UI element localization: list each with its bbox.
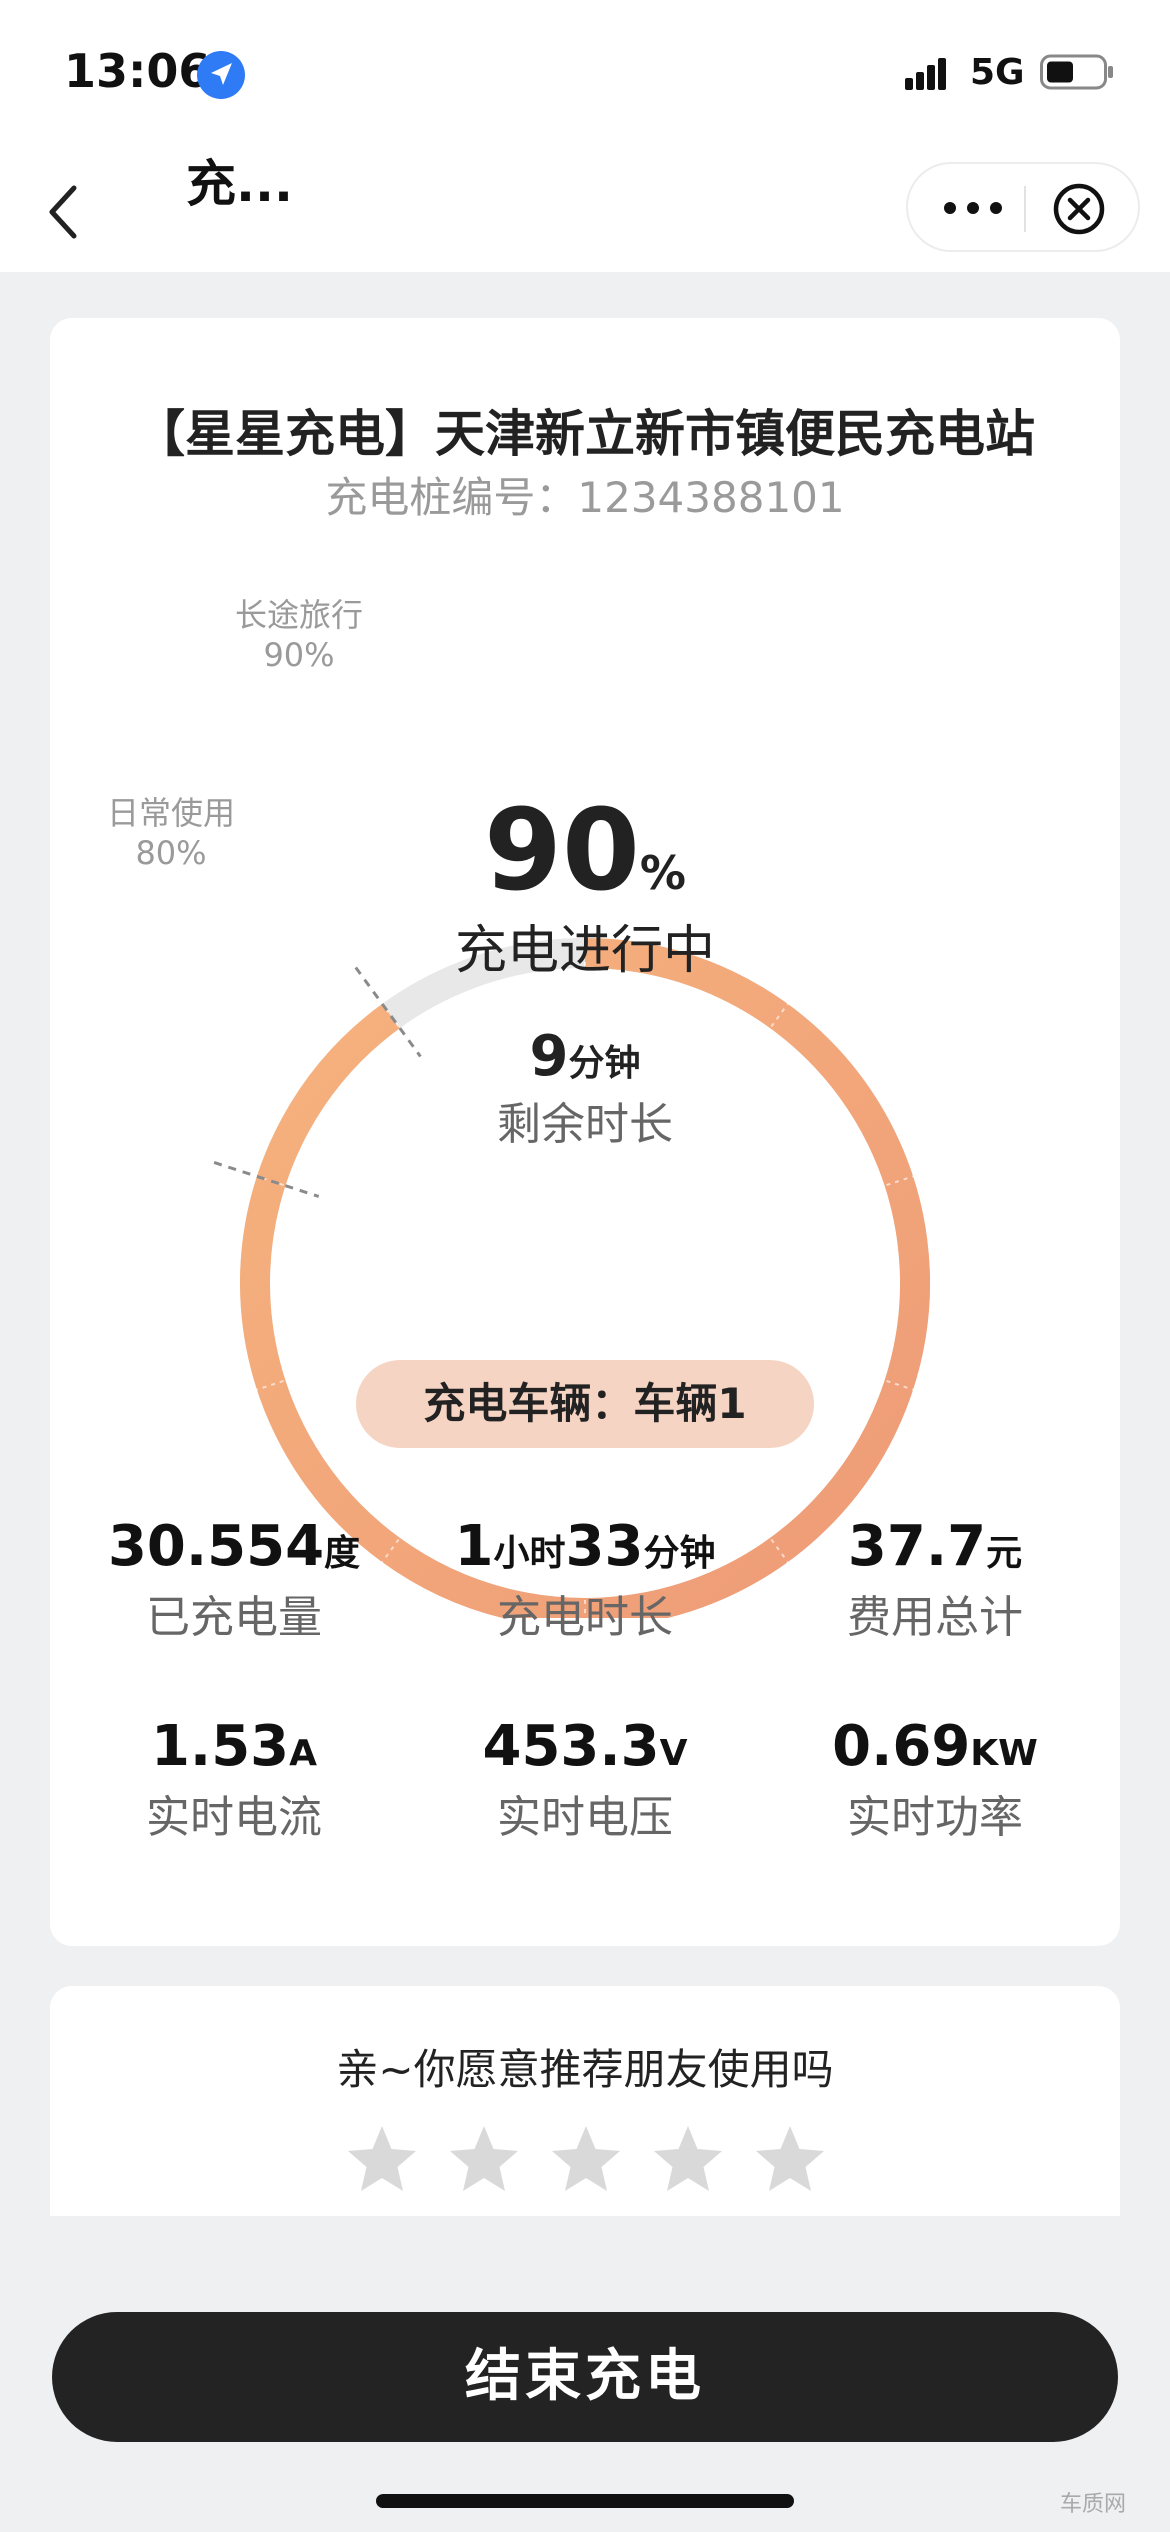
energy-unit: 度 bbox=[324, 1533, 361, 1574]
duration-minutes-unit: 分钟 bbox=[643, 1533, 716, 1574]
stat-cost-value: 37.7元 bbox=[765, 1514, 1105, 1579]
remaining-time: 9分钟 bbox=[50, 1024, 1120, 1089]
stat-energy-label: 已充电量 bbox=[146, 1592, 322, 1643]
mini-program-capsule bbox=[906, 162, 1140, 252]
remaining-time-label: 剩余时长 bbox=[497, 1099, 673, 1150]
stat-energy: 30.554度 已充电量 bbox=[64, 1514, 404, 1645]
voltage-unit: V bbox=[659, 1733, 688, 1774]
current-number: 1.53 bbox=[150, 1714, 290, 1779]
charging-card: 【星星充电】天津新立新市镇便民充电站 充电桩编号：1234388101 长途旅行… bbox=[50, 318, 1120, 1946]
status-bar: 13:06 5G bbox=[0, 0, 1170, 140]
signal-icon bbox=[905, 58, 946, 90]
capsule-divider bbox=[1024, 186, 1026, 232]
stat-duration: 1小时33分钟 充电时长 bbox=[415, 1514, 755, 1645]
stat-voltage-label: 实时电压 bbox=[497, 1792, 673, 1843]
duration-hours: 1 bbox=[454, 1514, 494, 1579]
stat-cost-label: 费用总计 bbox=[847, 1592, 1023, 1643]
stat-voltage: 453.3V 实时电压 bbox=[415, 1714, 755, 1845]
page-title: 充... bbox=[186, 155, 293, 213]
current-unit: A bbox=[289, 1733, 318, 1774]
charge-percent-unit: % bbox=[639, 846, 686, 900]
location-arrow-icon bbox=[197, 51, 245, 99]
stat-duration-label: 充电时长 bbox=[497, 1592, 673, 1643]
cost-number: 37.7 bbox=[847, 1514, 987, 1579]
star-icon[interactable] bbox=[752, 2122, 828, 2198]
nav-bar: 充... bbox=[0, 140, 1170, 272]
star-icon[interactable] bbox=[650, 2122, 726, 2198]
battery-icon bbox=[1040, 54, 1113, 90]
back-chevron-icon[interactable] bbox=[40, 180, 88, 244]
rating-card: 亲~你愿意推荐朋友使用吗 bbox=[50, 1986, 1120, 2226]
star-icon[interactable] bbox=[446, 2122, 522, 2198]
stat-power-label: 实时功率 bbox=[847, 1792, 1023, 1843]
pile-number-line: 充电桩编号：1234388101 bbox=[50, 464, 1120, 525]
power-number: 0.69 bbox=[832, 1714, 971, 1779]
close-circle-icon[interactable] bbox=[1052, 182, 1106, 236]
stat-voltage-value: 453.3V bbox=[415, 1714, 755, 1779]
watermark: 车质网 bbox=[1060, 2492, 1127, 2517]
stat-duration-value: 1小时33分钟 bbox=[415, 1514, 755, 1579]
stat-power: 0.69KW 实时功率 bbox=[765, 1714, 1105, 1845]
remaining-time-unit: 分钟 bbox=[568, 1043, 641, 1084]
stat-current: 1.53A 实时电流 bbox=[64, 1714, 404, 1845]
rating-question: 亲~你愿意推荐朋友使用吗 bbox=[336, 2045, 834, 2094]
duration-minutes: 33 bbox=[565, 1514, 644, 1579]
star-icon[interactable] bbox=[548, 2122, 624, 2198]
energy-number: 30.554 bbox=[107, 1514, 325, 1579]
pile-number: 1234388101 bbox=[577, 473, 845, 522]
mark-long-trip: 长途旅行 90% bbox=[214, 590, 384, 674]
status-time: 13:06 bbox=[64, 44, 211, 98]
pile-number-label: 充电桩编号： bbox=[325, 473, 578, 522]
star-icon[interactable] bbox=[344, 2122, 420, 2198]
charge-status: 充电进行中 bbox=[454, 921, 715, 981]
charge-percent: 90% bbox=[50, 786, 1120, 916]
duration-hours-unit: 小时 bbox=[493, 1533, 566, 1574]
stat-current-value: 1.53A bbox=[64, 1714, 404, 1779]
vehicle-pill[interactable]: 充电车辆：车辆1 bbox=[356, 1360, 814, 1448]
more-dots-icon[interactable] bbox=[938, 186, 1008, 230]
end-charging-button[interactable]: 结束充电 bbox=[52, 2312, 1118, 2442]
stat-power-value: 0.69KW bbox=[765, 1714, 1105, 1779]
stat-current-label: 实时电流 bbox=[146, 1792, 322, 1843]
mark-long-trip-label: 长途旅行 bbox=[234, 596, 363, 634]
charge-percent-value: 90 bbox=[484, 786, 640, 916]
stat-energy-value: 30.554度 bbox=[64, 1514, 404, 1579]
bottom-bar: 结束充电 bbox=[0, 2216, 1170, 2532]
voltage-number: 453.3 bbox=[482, 1714, 660, 1779]
star-rating bbox=[344, 2122, 864, 2202]
station-name: 【星星充电】天津新立新市镇便民充电站 bbox=[135, 405, 1035, 463]
stat-cost: 37.7元 费用总计 bbox=[765, 1514, 1105, 1645]
home-indicator bbox=[376, 2494, 794, 2508]
mark-long-trip-value: 90% bbox=[263, 636, 335, 674]
remaining-time-value: 9 bbox=[529, 1024, 569, 1089]
cost-unit: 元 bbox=[986, 1533, 1023, 1574]
network-type: 5G bbox=[970, 52, 1025, 93]
power-unit: KW bbox=[970, 1733, 1038, 1774]
